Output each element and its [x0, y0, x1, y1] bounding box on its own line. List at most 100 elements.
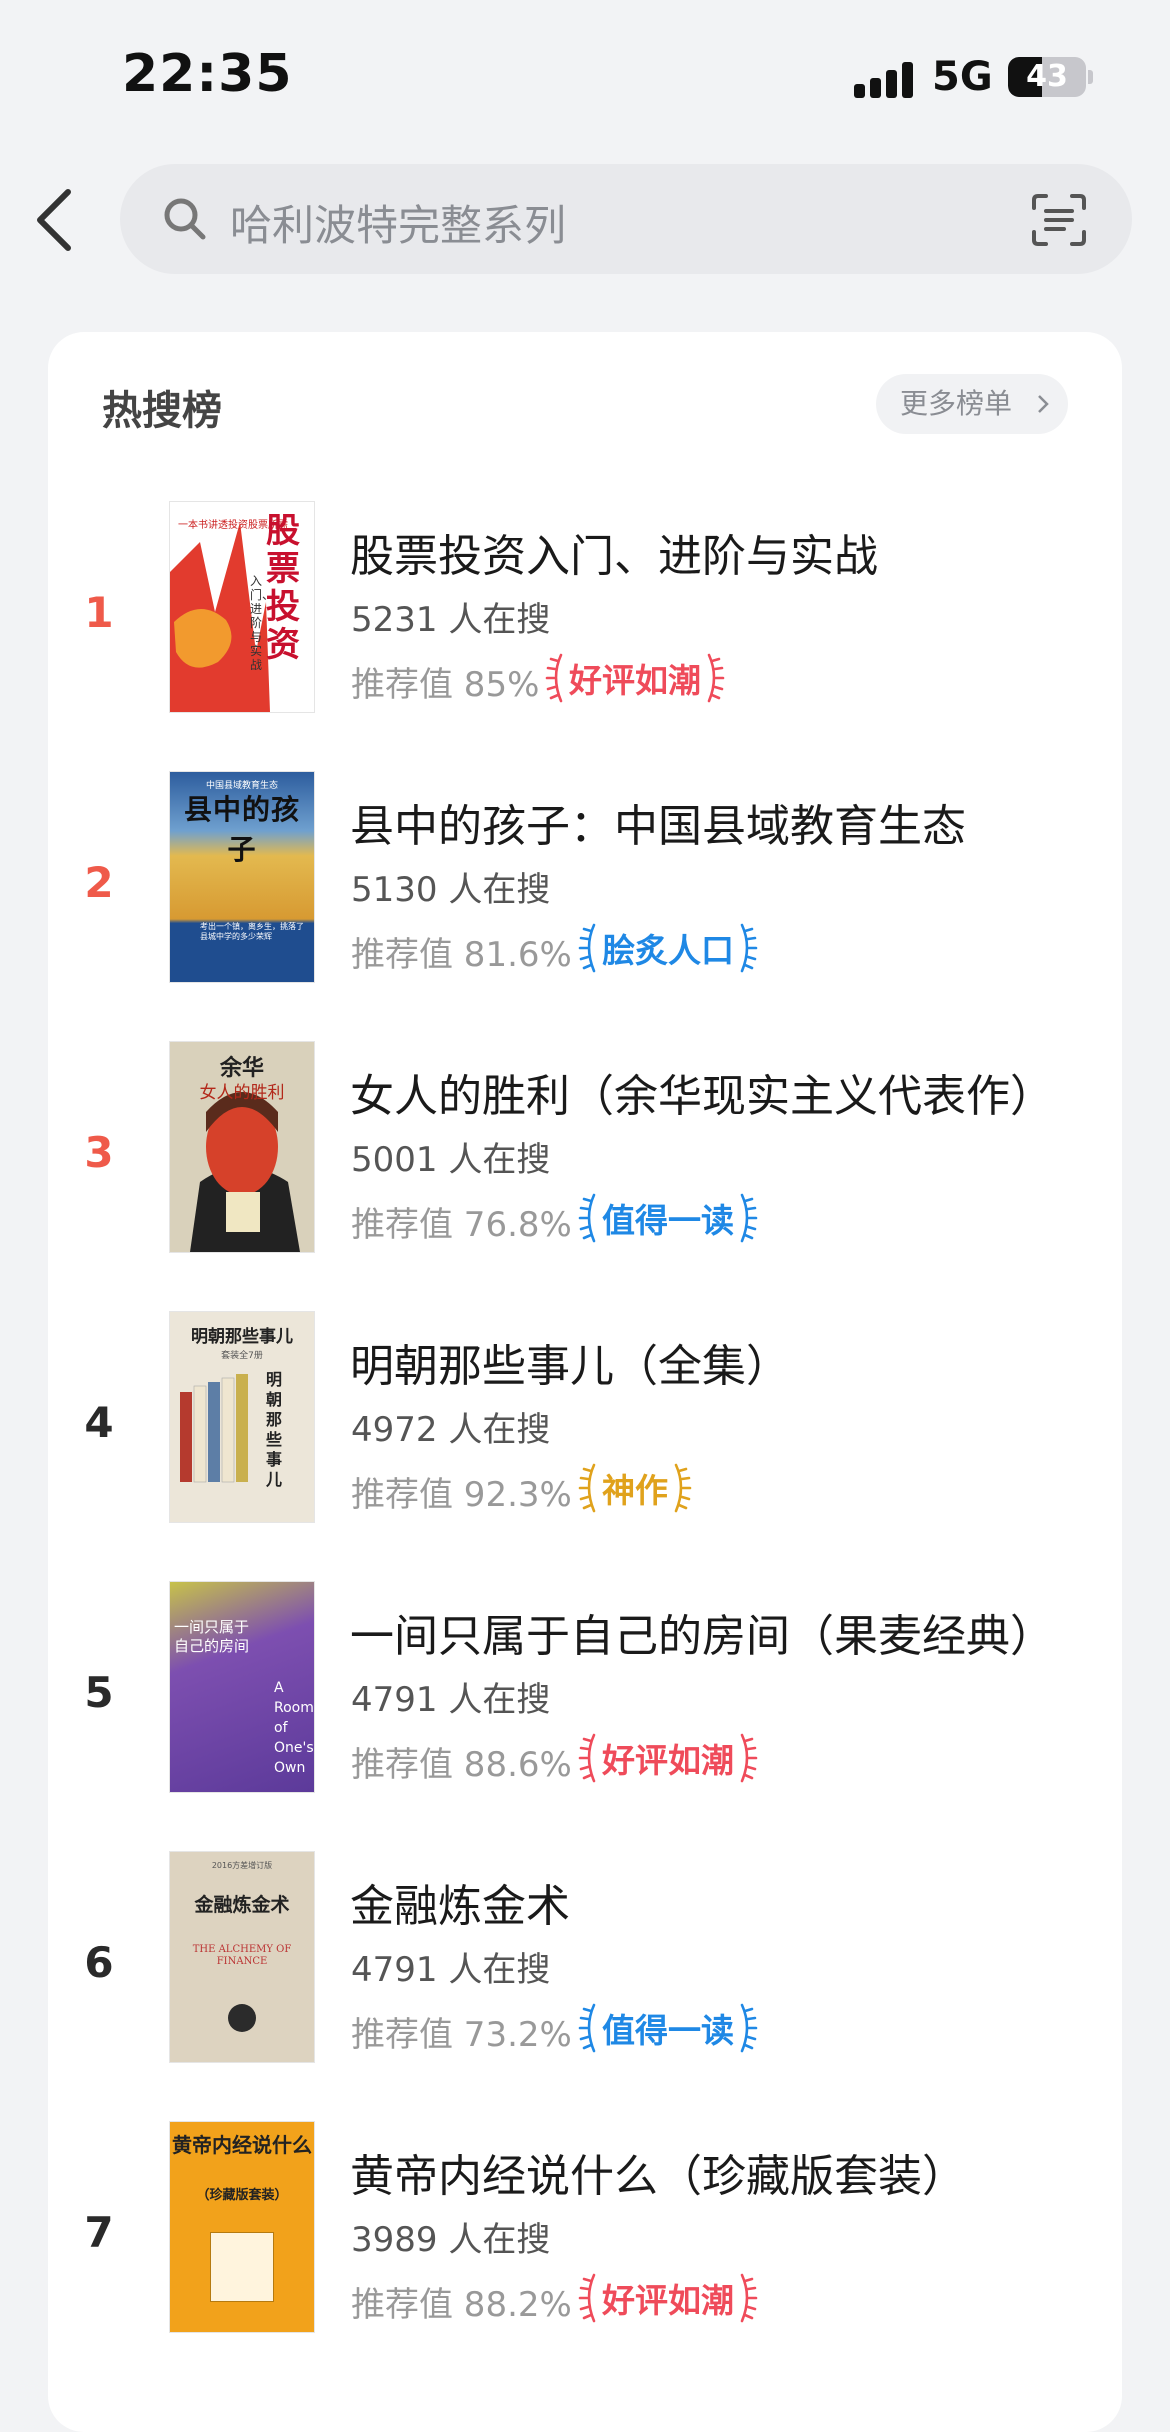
rating-badge-label: 好评如潮 [602, 2281, 734, 2320]
laurel-icon [545, 653, 563, 703]
rating-badge-label: 脍炙人口 [602, 931, 734, 970]
laurel-icon [740, 2003, 758, 2053]
recommend-value: 推荐值 88.6% [351, 1745, 572, 1785]
rating-badge: 好评如潮 [578, 1730, 758, 1786]
book-title[interactable]: 县中的孩子：中国县域教育生态 [350, 790, 966, 854]
laurel-icon [578, 1733, 596, 1783]
chevron-left-icon [37, 189, 71, 251]
cover-edition: 2016方差增订版 [211, 1861, 273, 1870]
rating-badge-label: 值得一读 [602, 2011, 734, 2050]
laurel-icon [674, 1463, 692, 1513]
book-cover[interactable]: 黄帝内经说什么 （珍藏版套装） [170, 2122, 314, 2332]
book-cover[interactable]: 2016方差增订版 金融炼金术 THE ALCHEMY OF FINANCE [170, 1852, 314, 2062]
status-bar: 22:35 5G 43 [0, 0, 1170, 150]
search-count: 4791 人在搜 [351, 1950, 551, 1990]
list-item[interactable]: 2 中国县域教育生态 县中的孩子 考出一个镇，离乡生，挑落了县城中学的多少荣辉 … [48, 772, 1122, 1042]
back-button[interactable] [28, 182, 84, 258]
rank-number: 3 [84, 1128, 114, 1177]
rating-badge-label: 值得一读 [602, 1201, 734, 1240]
network-type: 5G [932, 54, 993, 100]
signal-icon [854, 60, 916, 98]
book-title[interactable]: 明朝那些事儿（全集） [350, 1330, 790, 1394]
rating-badge: 好评如潮 [578, 2270, 758, 2326]
laurel-icon [578, 2003, 596, 2053]
laurel-icon [578, 1193, 596, 1243]
cover-en-title: THE ALCHEMY OF FINANCE [192, 1944, 292, 1967]
rank-number: 6 [84, 1938, 114, 1987]
laurel-icon [740, 2273, 758, 2323]
book-cover[interactable]: 一间只属于自己的房间 A Room of One's Own [170, 1582, 314, 1792]
search-count: 5130 人在搜 [351, 870, 551, 910]
rating-badge: 脍炙人口 [578, 920, 758, 976]
laurel-icon [578, 1463, 596, 1513]
laurel-icon [578, 2273, 596, 2323]
rating-badge-label: 好评如潮 [602, 1741, 734, 1780]
book-title[interactable]: 股票投资入门、进阶与实战 [350, 520, 878, 584]
cover-title: 黄帝内经说什么 [172, 2133, 312, 2157]
recommend-value: 推荐值 81.6% [351, 935, 572, 975]
more-lists-label: 更多榜单 [900, 387, 1013, 420]
search-count: 4791 人在搜 [351, 1680, 551, 1720]
book-cover[interactable]: 一本书讲透投资股票所需 股票投资 入门、进阶与实战 [170, 502, 314, 712]
status-time: 22:35 [122, 44, 293, 104]
cover-title: 一间只属于自己的房间 [174, 1618, 250, 1655]
search-count: 5001 人在搜 [351, 1140, 551, 1180]
rating-badge: 好评如潮 [545, 650, 725, 706]
recommend-value: 推荐值 85% [351, 665, 540, 705]
list-item[interactable]: 7 黄帝内经说什么 （珍藏版套装） 黄帝内经说什么（珍藏版套装） 3989 人在… [48, 2122, 1122, 2392]
rating-badge: 值得一读 [578, 2000, 758, 2056]
list-item[interactable]: 6 2016方差增订版 金融炼金术 THE ALCHEMY OF FINANCE… [48, 1852, 1122, 2122]
rank-number: 1 [84, 588, 114, 637]
laurel-icon [740, 1733, 758, 1783]
list-item[interactable]: 1 一本书讲透投资股票所需 股票投资 入门、进阶与实战 股票投资入门、进阶与实战… [48, 502, 1122, 772]
laurel-icon [707, 653, 725, 703]
book-title[interactable]: 女人的胜利（余华现实主义代表作） [350, 1060, 1054, 1124]
box-illustration [210, 2232, 274, 2302]
book-cover[interactable]: 中国县域教育生态 县中的孩子 考出一个镇，离乡生，挑落了县城中学的多少荣辉 [170, 772, 314, 982]
book-title[interactable]: 一间只属于自己的房间（果麦经典） [350, 1600, 1054, 1664]
chevron-right-icon [1038, 395, 1049, 413]
rank-number: 4 [84, 1398, 114, 1447]
list-item[interactable]: 4 明朝那些事儿 套装全7册 明朝那些事儿 明朝那些事儿（全集） 4972 人在… [48, 1312, 1122, 1582]
search-count: 5231 人在搜 [351, 600, 551, 640]
recommend-value: 推荐值 76.8% [351, 1205, 572, 1245]
book-cover[interactable]: 余华 女人的胜利 [170, 1042, 314, 1252]
recommend-value: 推荐值 88.2% [351, 2285, 572, 2325]
book-title[interactable]: 黄帝内经说什么（珍藏版套装） [350, 2140, 966, 2204]
rank-number: 7 [84, 2208, 114, 2257]
search-bar[interactable]: 哈利波特完整系列 [120, 164, 1132, 274]
search-icon [164, 198, 206, 240]
book-title[interactable]: 金融炼金术 [350, 1870, 570, 1934]
scan-icon[interactable] [1030, 192, 1088, 248]
rank-number: 2 [84, 858, 114, 907]
cover-en-title: A Room of One's Own [274, 1680, 314, 1776]
list-item[interactable]: 3 余华 女人的胜利 女人的胜利（余华现实主义代表作） 5001 人在搜 推荐值… [48, 1042, 1122, 1312]
recommend-value: 推荐值 92.3% [351, 1475, 572, 1515]
cover-side-title: 明朝那些事儿 [266, 1370, 283, 1489]
cover-caption: 考出一个镇，离乡生，挑落了县城中学的多少荣辉 [200, 922, 304, 941]
list-item[interactable]: 5 一间只属于自己的房间 A Room of One's Own 一间只属于自己… [48, 1582, 1122, 1852]
search-count: 3989 人在搜 [351, 2220, 551, 2260]
laurel-icon [740, 923, 758, 973]
search-count: 4972 人在搜 [351, 1410, 551, 1450]
rating-badge-label: 好评如潮 [569, 661, 701, 700]
laurel-icon [740, 1193, 758, 1243]
rank-number: 5 [84, 1668, 114, 1717]
rating-badge-label: 神作 [602, 1471, 668, 1510]
search-input[interactable]: 哈利波特完整系列 [230, 192, 566, 253]
battery-icon: 43 [1008, 57, 1086, 97]
cover-subtitle: （珍藏版套装） [196, 2188, 288, 2203]
laurel-icon [578, 923, 596, 973]
rating-badge: 神作 [578, 1460, 692, 1516]
more-lists-button[interactable]: 更多榜单 [876, 374, 1068, 434]
author-photo [228, 2004, 256, 2032]
card-title: 热搜榜 [102, 388, 222, 434]
cover-title: 女人的胜利 [199, 1083, 285, 1103]
recommend-value: 推荐值 73.2% [351, 2015, 572, 2055]
book-cover[interactable]: 明朝那些事儿 套装全7册 明朝那些事儿 [170, 1312, 314, 1522]
battery-level: 43 [1026, 59, 1068, 94]
rating-badge: 值得一读 [578, 1190, 758, 1246]
cover-subtitle: 入门、进阶与实战 [250, 574, 275, 672]
battery-cap [1088, 70, 1093, 84]
hot-search-card: 热搜榜 更多榜单 1 一本书讲透投资股票所需 股票投资 入门、进阶与实战 股票投… [48, 332, 1122, 2432]
